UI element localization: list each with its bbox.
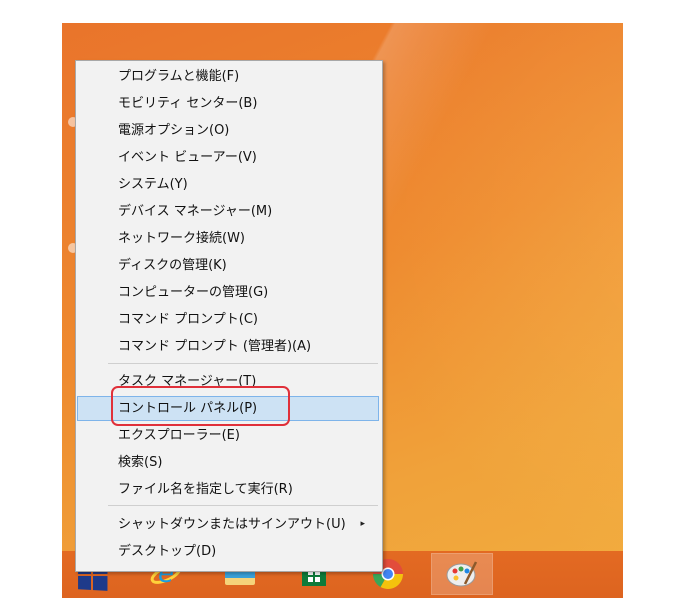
menu-separator — [108, 363, 378, 364]
menu-item-label: ネットワーク接続(W) — [118, 231, 245, 246]
menu-item-label: コマンド プロンプト (管理者)(A) — [118, 339, 312, 354]
menu-item-label: イベント ビューアー(V) — [118, 150, 257, 165]
menu-item-explorer[interactable]: エクスプローラー(E) — [77, 423, 379, 448]
menu-item-label: プログラムと機能(F) — [118, 69, 240, 84]
menu-item-system[interactable]: システム(Y) — [77, 172, 379, 197]
menu-item-command-prompt-admin[interactable]: コマンド プロンプト (管理者)(A) — [77, 334, 379, 359]
menu-item-label: デスクトップ(D) — [118, 544, 217, 559]
menu-item-label: 電源オプション(O) — [118, 123, 230, 138]
menu-item-device-manager[interactable]: デバイス マネージャー(M) — [77, 199, 379, 224]
winx-context-menu: プログラムと機能(F) モビリティ センター(B) 電源オプション(O) イベント ビ… — [75, 60, 383, 572]
paint-icon — [446, 561, 478, 587]
menu-item-network-connections[interactable]: ネットワーク接続(W) — [77, 226, 379, 251]
submenu-arrow-icon: ▸ — [360, 519, 365, 529]
menu-item-command-prompt[interactable]: コマンド プロンプト(C) — [77, 307, 379, 332]
taskbar-paint[interactable] — [431, 553, 493, 595]
annotation-highlight — [111, 386, 290, 426]
menu-item-label: コマンド プロンプト(C) — [118, 312, 258, 327]
menu-item-run[interactable]: ファイル名を指定して実行(R) — [77, 477, 379, 502]
menu-item-programs-features[interactable]: プログラムと機能(F) — [77, 64, 379, 89]
menu-item-label: エクスプローラー(E) — [118, 428, 240, 443]
menu-item-computer-management[interactable]: コンピューターの管理(G) — [77, 280, 379, 305]
menu-item-label: ディスクの管理(K) — [118, 258, 227, 273]
menu-item-power-options[interactable]: 電源オプション(O) — [77, 118, 379, 143]
menu-item-label: シャットダウンまたはサインアウト(U) — [118, 517, 346, 532]
menu-separator — [108, 505, 378, 506]
menu-item-disk-management[interactable]: ディスクの管理(K) — [77, 253, 379, 278]
menu-item-mobility-center[interactable]: モビリティ センター(B) — [77, 91, 379, 116]
menu-item-label: 検索(S) — [118, 455, 163, 470]
menu-item-event-viewer[interactable]: イベント ビューアー(V) — [77, 145, 379, 170]
menu-item-label: コンピューターの管理(G) — [118, 285, 269, 300]
menu-item-label: ファイル名を指定して実行(R) — [118, 482, 293, 497]
menu-item-shutdown-signout[interactable]: シャットダウンまたはサインアウト(U) ▸ — [77, 512, 379, 537]
menu-item-label: デバイス マネージャー(M) — [118, 204, 273, 219]
menu-item-search[interactable]: 検索(S) — [77, 450, 379, 475]
menu-item-label: システム(Y) — [118, 177, 188, 192]
menu-item-desktop[interactable]: デスクトップ(D) — [77, 539, 379, 564]
menu-item-label: モビリティ センター(B) — [118, 96, 258, 111]
